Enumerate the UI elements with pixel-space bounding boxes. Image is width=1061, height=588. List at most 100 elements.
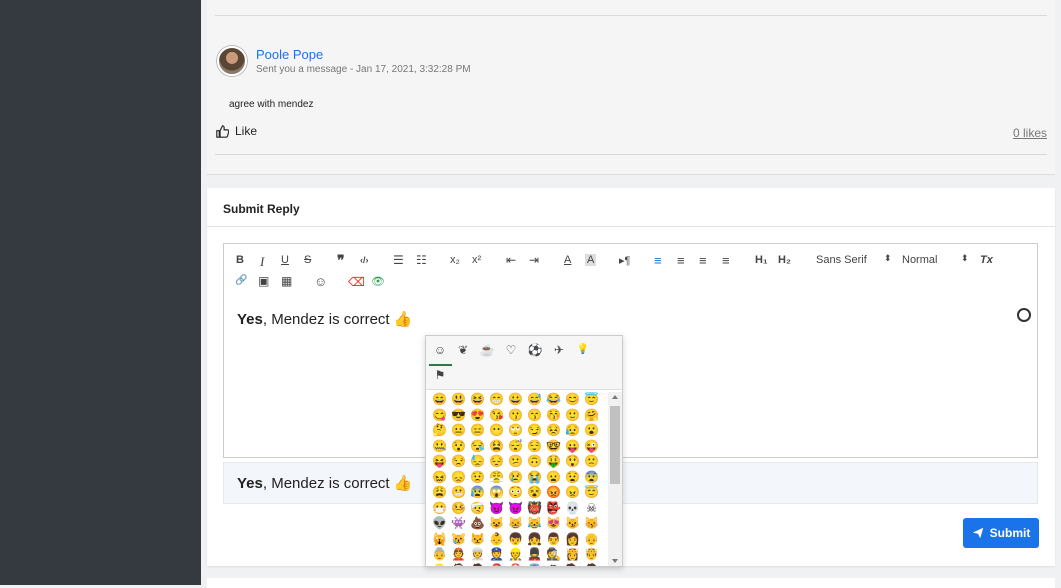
emoji-option[interactable]: 🤗 (582, 408, 601, 424)
emoji-option[interactable]: 😓 (468, 454, 487, 470)
emoji-option[interactable]: 🤐 (430, 439, 449, 455)
emoji-option[interactable]: 🤕 (468, 501, 487, 517)
emoji-toolbar-button[interactable]: ☺ (314, 274, 327, 289)
superscript-button[interactable]: x² (472, 254, 481, 266)
emoji-tab-symbols-icon[interactable]: ♡ (503, 342, 519, 358)
background-color-button[interactable]: A (585, 254, 597, 266)
emoji-option[interactable]: 👮 (487, 547, 506, 563)
emoji-option[interactable]: 😇 (582, 485, 601, 501)
emoji-option[interactable]: 😘 (487, 408, 506, 424)
emoji-option[interactable]: 👱 (430, 563, 449, 567)
text-direction-button[interactable]: ▸¶ (619, 254, 630, 267)
emoji-option[interactable]: 👰 (449, 563, 468, 567)
emoji-option[interactable]: 😍 (468, 408, 487, 424)
heading-2-button[interactable]: H₂ (778, 254, 791, 266)
eraser-button[interactable]: ⌫ (348, 275, 365, 289)
emoji-option[interactable]: 😺 (487, 516, 506, 532)
italic-button[interactable]: I (260, 254, 264, 270)
emoji-option[interactable]: 💂 (525, 547, 544, 563)
emoji-option[interactable]: 😥 (563, 423, 582, 439)
font-size-select[interactable]: Normal (902, 254, 937, 266)
emoji-option[interactable]: 😡 (544, 485, 563, 501)
image-button[interactable]: ▣ (258, 274, 269, 288)
emoji-option[interactable]: ☠ (582, 501, 601, 517)
smiley-icon[interactable] (1017, 308, 1031, 322)
blockquote-button[interactable]: ❞ (337, 252, 345, 269)
align-right-button[interactable]: ≡ (699, 253, 707, 268)
emoji-option[interactable]: 😷 (430, 501, 449, 517)
emoji-option[interactable]: 😣 (544, 423, 563, 439)
emoji-tab-objects-icon[interactable]: 💡 (575, 342, 591, 358)
emoji-option[interactable]: 🤶 (506, 563, 525, 567)
emoji-option[interactable]: 💩 (468, 516, 487, 532)
emoji-option[interactable]: 😅 (525, 392, 544, 408)
emoji-option[interactable]: 🙂 (563, 408, 582, 424)
emoji-option[interactable]: 👧 (525, 532, 544, 548)
emoji-option[interactable]: 🙅 (582, 563, 601, 567)
emoji-option[interactable]: 🎅 (487, 563, 506, 567)
emoji-option[interactable]: 😲 (563, 454, 582, 470)
heading-1-button[interactable]: H₁ (755, 254, 768, 266)
emoji-option[interactable]: 😄 (430, 392, 449, 408)
emoji-option[interactable]: 💁 (563, 563, 582, 567)
emoji-option[interactable]: 😚 (544, 408, 563, 424)
emoji-option[interactable]: 😝 (430, 454, 449, 470)
emoji-tab-people-icon[interactable]: ☺ (432, 342, 448, 358)
emoji-option[interactable]: 🙀 (430, 532, 449, 548)
emoji-option[interactable]: 🤓 (544, 439, 563, 455)
emoji-option[interactable]: 😮 (582, 423, 601, 439)
emoji-option[interactable]: 😤 (487, 470, 506, 486)
subscript-button[interactable]: x₂ (450, 254, 460, 266)
emoji-option[interactable]: 👦 (506, 532, 525, 548)
emoji-option[interactable]: 🕵 (544, 547, 563, 563)
emoji-option[interactable]: 🙁 (582, 454, 601, 470)
emoji-option[interactable]: 😟 (468, 470, 487, 486)
emoji-option[interactable]: 😻 (544, 516, 563, 532)
emoji-option[interactable]: 😞 (449, 470, 468, 486)
emoji-tab-food-icon[interactable]: ☕ (479, 342, 495, 358)
emoji-option[interactable]: 😼 (563, 516, 582, 532)
emoji-option[interactable]: 😀 (506, 392, 525, 408)
font-color-button[interactable]: A (564, 254, 571, 266)
emoji-option[interactable]: 👸 (563, 547, 582, 563)
emoji-option[interactable]: 😯 (449, 439, 468, 455)
emoji-option[interactable]: 👷 (506, 547, 525, 563)
submit-button[interactable]: Submit (963, 518, 1039, 548)
emoji-scrollbar[interactable] (608, 392, 622, 566)
font-family-select[interactable]: Sans Serif (816, 254, 867, 266)
emoji-tab-activity-icon[interactable]: ⚽ (527, 342, 543, 358)
scroll-up-icon[interactable] (612, 395, 618, 399)
emoji-option[interactable]: 👿 (506, 501, 525, 517)
emoji-option[interactable]: 👲 (449, 547, 468, 563)
scroll-down-icon[interactable] (612, 559, 618, 563)
indent-button[interactable]: ⇥ (529, 253, 539, 267)
editor-text[interactable]: Yes, Mendez is correct 👍 (237, 310, 412, 328)
emoji-option[interactable]: 😖 (430, 470, 449, 486)
emoji-option[interactable]: 😢 (506, 470, 525, 486)
align-left-button[interactable]: ≡ (654, 253, 662, 268)
emoji-option[interactable]: 😽 (582, 516, 601, 532)
emoji-option[interactable]: 👾 (449, 516, 468, 532)
emoji-option[interactable]: 🙃 (525, 454, 544, 470)
emoji-option[interactable]: 😦 (544, 470, 563, 486)
emoji-option[interactable]: 😈 (487, 501, 506, 517)
video-button[interactable]: ▦ (281, 274, 292, 288)
emoji-option[interactable]: 😭 (525, 470, 544, 486)
emoji-option[interactable]: 🤔 (430, 423, 449, 439)
editor-content[interactable]: Yes, Mendez is correct 👍 (223, 298, 1038, 458)
emoji-option[interactable]: 👺 (544, 501, 563, 517)
bold-button[interactable]: B (236, 254, 244, 266)
emoji-option[interactable]: 👼 (525, 563, 544, 567)
emoji-option[interactable]: 😛 (563, 439, 582, 455)
emoji-option[interactable]: 😌 (525, 439, 544, 455)
emoji-option[interactable]: 😩 (430, 485, 449, 501)
emoji-option[interactable]: 😂 (544, 392, 563, 408)
preview-eye-button[interactable]: 👁 (371, 275, 385, 288)
emoji-tab-nature-icon[interactable]: ❦ (455, 342, 471, 358)
emoji-option[interactable]: 👨 (544, 532, 563, 548)
emoji-option[interactable]: 😴 (506, 439, 525, 455)
emoji-option[interactable]: 👶 (487, 532, 506, 548)
emoji-option[interactable]: 😔 (487, 454, 506, 470)
clear-format-button[interactable]: Tx (980, 254, 993, 266)
emoji-option[interactable]: 😾 (468, 532, 487, 548)
